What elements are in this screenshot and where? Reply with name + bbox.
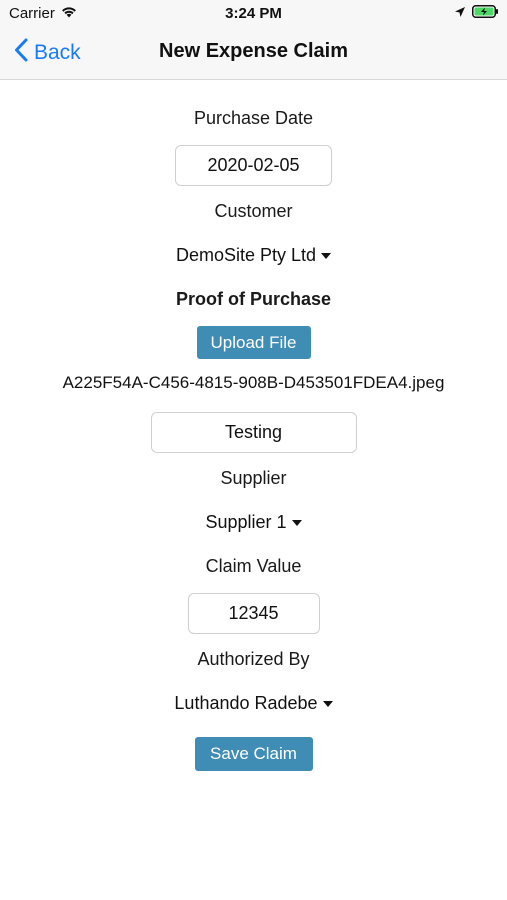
supplier-selected-value: Supplier 1 (205, 512, 287, 532)
file-name-row: A225F54A-C456-4815-908B-D453501FDEA4.jpe… (0, 373, 507, 393)
authorized-by-label-row: Authorized By (0, 649, 507, 670)
purchase-date-label-row: Purchase Date (0, 108, 507, 129)
proof-label-row: Proof of Purchase (0, 289, 507, 310)
customer-select-row: DemoSite Pty Ltd (0, 245, 507, 266)
status-bar: Carrier 3:24 PM (0, 0, 507, 26)
location-icon (454, 5, 466, 23)
dropdown-caret-icon (321, 252, 332, 259)
customer-label: Customer (214, 201, 293, 221)
navigation-bar: Back New Expense Claim (0, 26, 507, 80)
purchase-date-input[interactable] (175, 145, 332, 186)
authorized-by-select-row: Luthando Radebe (0, 693, 507, 714)
supplier-select[interactable]: Supplier 1 (205, 512, 302, 533)
purchase-date-label: Purchase Date (193, 108, 314, 128)
supplier-select-row: Supplier 1 (0, 512, 507, 533)
purchase-date-row (0, 145, 507, 186)
uploaded-file-name: A225F54A-C456-4815-908B-D453501FDEA4.jpe… (62, 373, 445, 392)
battery-charging-icon (472, 5, 499, 23)
authorized-by-select[interactable]: Luthando Radebe (174, 693, 333, 714)
description-input[interactable] (150, 412, 357, 453)
save-claim-button[interactable]: Save Claim (194, 737, 313, 771)
dropdown-caret-icon (291, 519, 302, 526)
page-title: New Expense Claim (159, 40, 348, 62)
authorized-by-selected-value: Luthando Radebe (174, 693, 318, 713)
dropdown-caret-icon (322, 700, 333, 707)
status-icons (454, 5, 499, 23)
proof-of-purchase-label: Proof of Purchase (175, 289, 332, 309)
customer-select[interactable]: DemoSite Pty Ltd (175, 245, 332, 266)
upload-file-button[interactable]: Upload File (196, 326, 311, 359)
clock: 3:24 PM (225, 5, 282, 22)
authorized-by-label: Authorized By (197, 649, 310, 669)
description-row (0, 412, 507, 453)
upload-row: Upload File (0, 326, 507, 359)
claim-value-row (0, 593, 507, 634)
claim-value-label: Claim Value (205, 556, 302, 576)
customer-label-row: Customer (0, 201, 507, 222)
customer-selected-value: DemoSite Pty Ltd (175, 245, 317, 265)
supplier-label-row: Supplier (0, 468, 507, 489)
supplier-label: Supplier (220, 468, 287, 488)
save-row: Save Claim (0, 737, 507, 771)
claim-value-input[interactable] (187, 593, 320, 634)
claim-value-label-row: Claim Value (0, 556, 507, 577)
